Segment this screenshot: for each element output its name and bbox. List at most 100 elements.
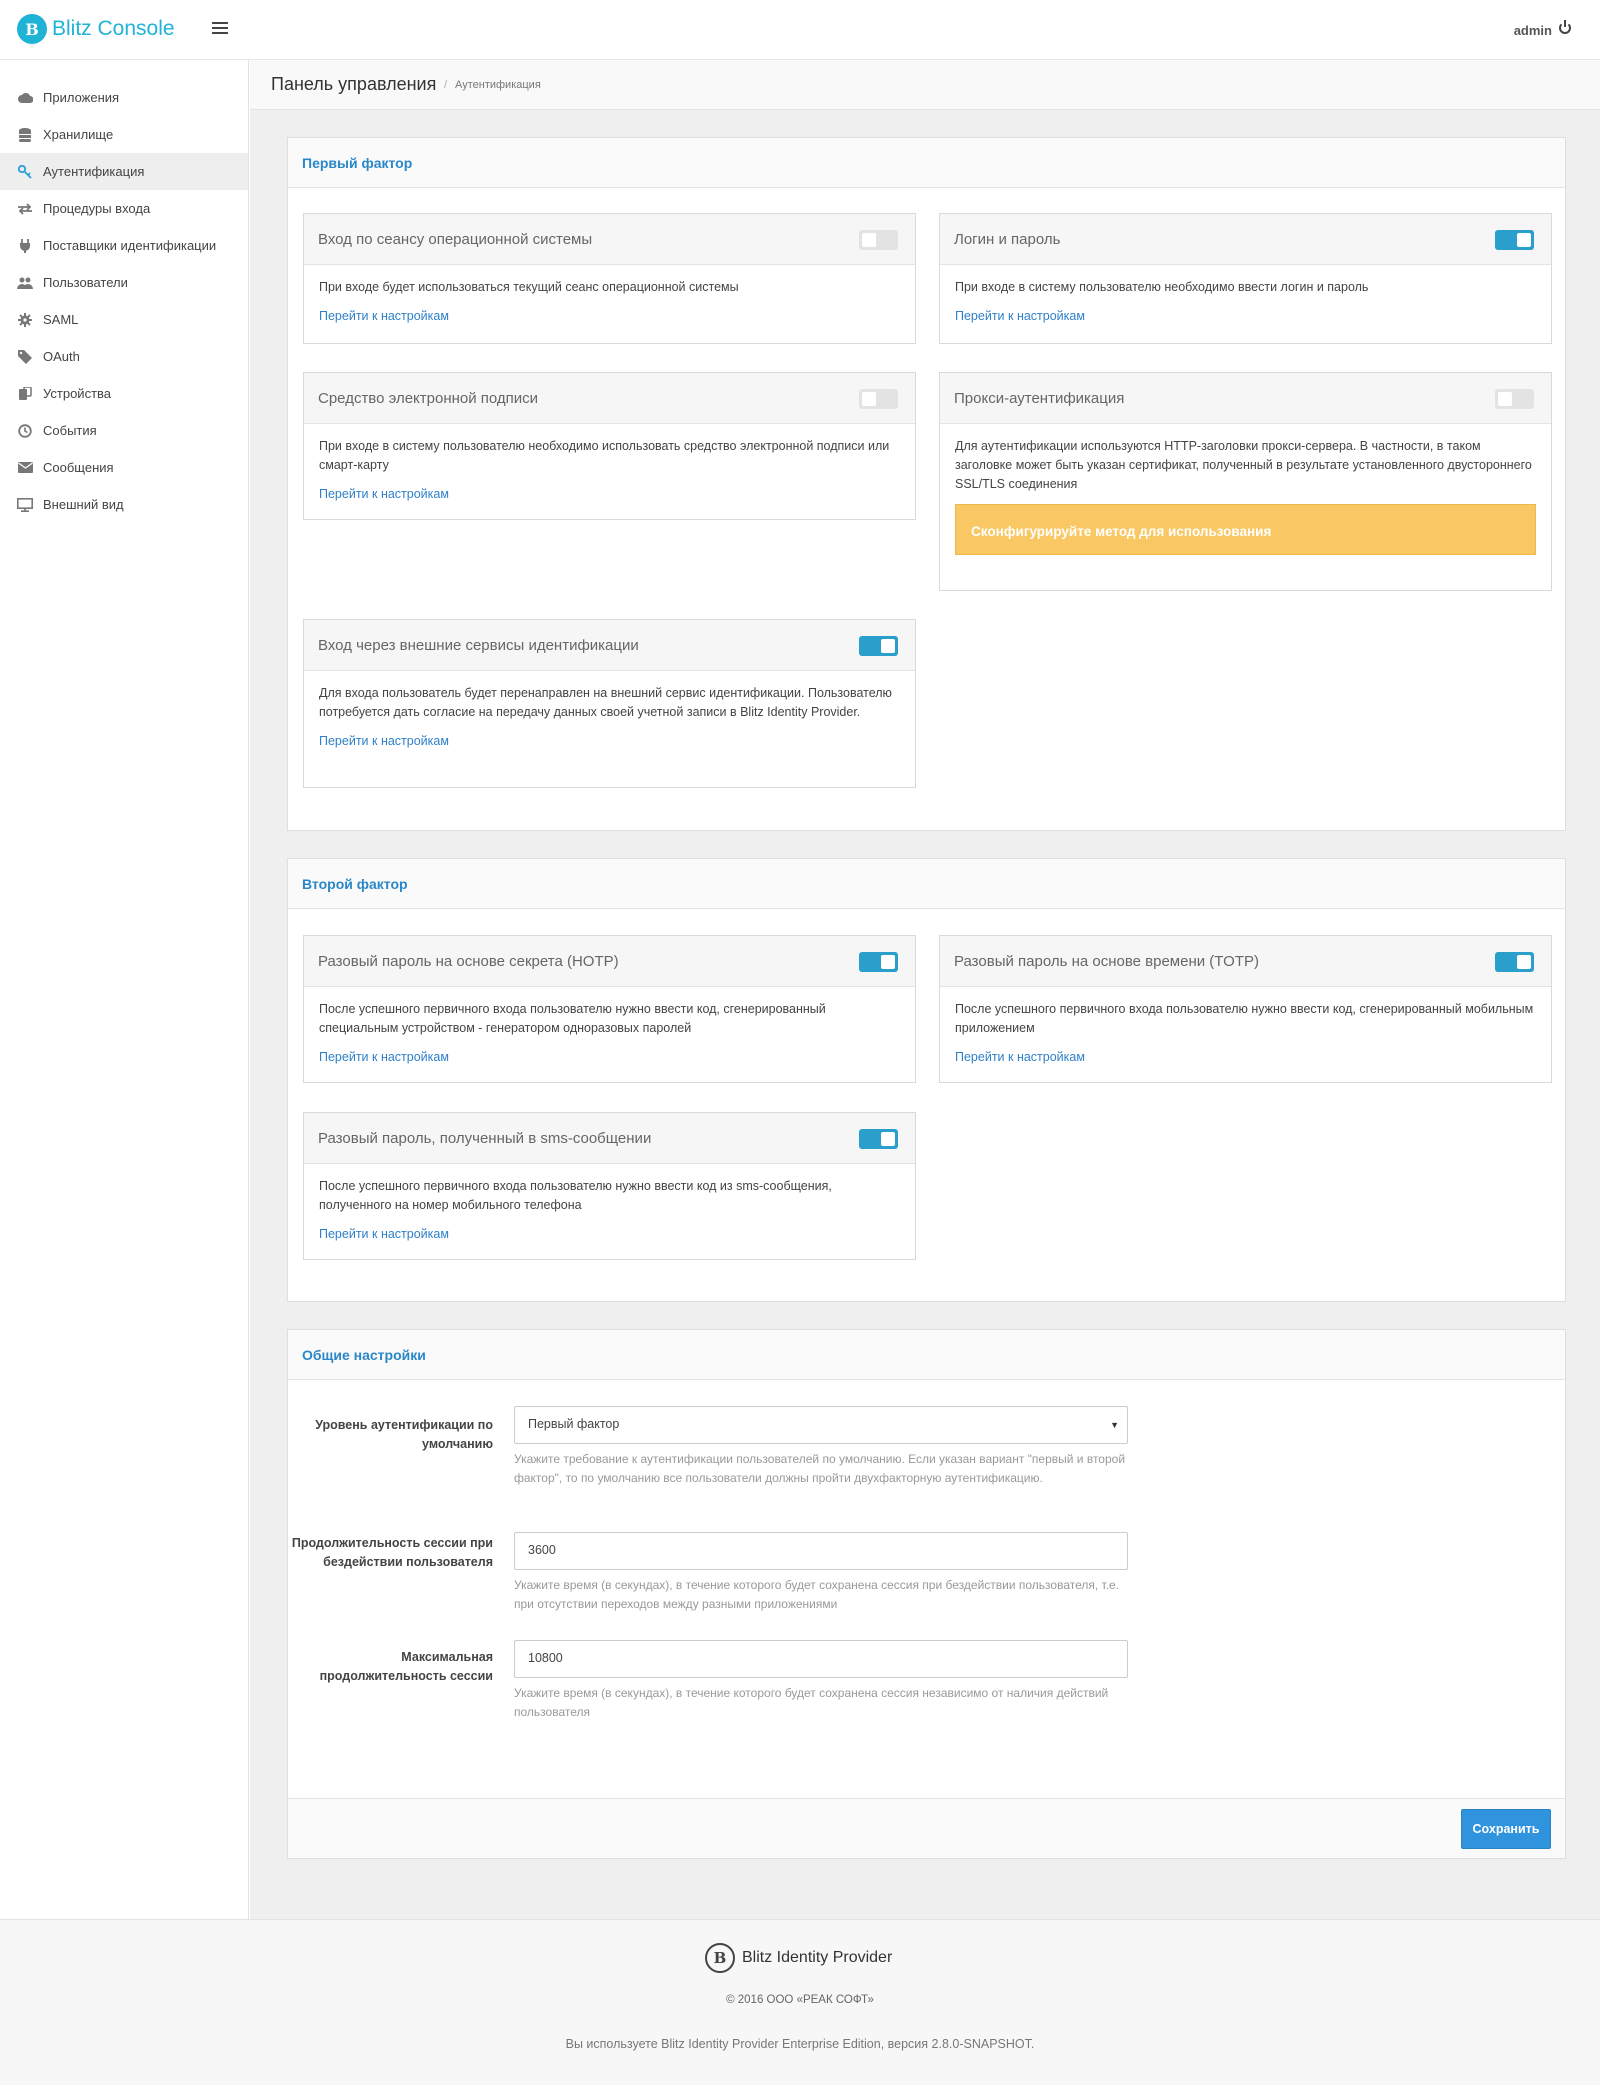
method-toggle[interactable] (859, 1129, 898, 1149)
footer-product-name: Blitz Identity Provider (742, 1949, 893, 1966)
sidebar-item-appearance[interactable]: Внешний вид (0, 486, 248, 523)
sidebar-item-label: Приложения (43, 90, 120, 105)
card-title: Вход через внешние сервисы идентификации (318, 637, 639, 654)
blitz-logo-icon: B (705, 1943, 735, 1973)
general-settings-title: Общие настройки (288, 1330, 1565, 1380)
method-card-external-idp: Вход через внешние сервисы идентификации… (303, 619, 916, 788)
sidebar-item-login-procedures[interactable]: Процедуры входа (0, 190, 248, 227)
card-title: Разовый пароль на основе времени (TOTP) (954, 953, 1260, 970)
settings-link[interactable]: Перейти к настройкам (319, 307, 900, 326)
envelope-icon (17, 461, 33, 475)
max-session-help: Укажите время (в секундах), в течение ко… (514, 1686, 1109, 1719)
sidebar-item-applications[interactable]: Приложения (0, 79, 248, 116)
auth-level-select[interactable]: Первый фактор ▼ (514, 1406, 1128, 1444)
method-card-login-password: Логин и пароль При входе в систему польз… (939, 213, 1552, 344)
settings-link[interactable]: Перейти к настройкам (319, 1048, 900, 1067)
tag-icon (17, 349, 33, 364)
idle-session-help: Укажите время (в секундах), в течение ко… (514, 1578, 1120, 1611)
sidebar-item-oauth[interactable]: OAuth (0, 338, 248, 375)
footer-copyright: © 2016 ООО «РЕАК СОФТ» (726, 1994, 874, 2006)
method-toggle[interactable] (859, 636, 898, 656)
sidebar-item-storage[interactable]: Хранилище (0, 116, 248, 153)
clock-icon (17, 423, 33, 438)
page-footer: B Blitz Identity Provider © 2016 ООО «РЕ… (0, 1919, 1600, 2085)
configure-method-button[interactable]: Сконфигурируйте метод для использования (955, 504, 1536, 555)
card-description: После успешного первичного входа пользов… (319, 1002, 826, 1035)
sidebar-item-label: Внешний вид (43, 497, 124, 512)
sidebar-item-label: Сообщения (43, 460, 114, 475)
sidebar-item-identity-providers[interactable]: Поставщики идентификации (0, 227, 248, 264)
card-description: Для аутентификации используются HTTP-заг… (955, 439, 1532, 491)
page-title[interactable]: Панель управления (271, 74, 436, 95)
footer-version: Вы используете Blitz Identity Provider E… (565, 2037, 1035, 2051)
method-card-digital-signature: Средство электронной подписи При входе в… (303, 372, 916, 520)
brand-link[interactable]: B Blitz Console (17, 14, 175, 44)
card-description: Для входа пользователь будет перенаправл… (319, 686, 892, 719)
sidebar-item-label: Устройства (43, 386, 112, 401)
key-icon (17, 164, 33, 179)
settings-link[interactable]: Перейти к настройкам (955, 1048, 1536, 1067)
method-toggle[interactable] (859, 389, 898, 409)
auth-level-label: Уровень аутентификации по умолчанию (315, 1418, 493, 1451)
idle-session-label: Продолжительность сессии при бездействии… (291, 1536, 493, 1569)
method-toggle[interactable] (1495, 389, 1534, 409)
idle-session-input[interactable]: 3600 (514, 1532, 1128, 1570)
second-factor-title: Второй фактор (288, 859, 1565, 909)
breadcrumb: Панель управления / Аутентификация (250, 60, 1600, 110)
general-settings-panel: Общие настройки Уровень аутентификации п… (287, 1329, 1566, 1859)
card-title: Прокси-аутентификация (954, 390, 1125, 407)
method-card-totp: Разовый пароль на основе времени (TOTP) … (939, 935, 1552, 1083)
sidebar-item-users[interactable]: Пользователи (0, 264, 248, 301)
method-toggle[interactable] (859, 230, 898, 250)
brand-title: Blitz Console (52, 17, 175, 40)
auth-level-help: Укажите требование к аутентификации поль… (514, 1452, 1126, 1485)
sidebar-item-label: Пользователи (43, 275, 128, 290)
settings-link[interactable]: Перейти к настройкам (319, 732, 900, 751)
menu-toggle-icon[interactable] (212, 22, 228, 34)
method-toggle[interactable] (1495, 230, 1534, 250)
settings-link[interactable]: Перейти к настройкам (319, 1225, 900, 1244)
blitz-logo-icon: B (17, 14, 47, 44)
sidebar-item-label: Хранилище (43, 127, 114, 142)
first-factor-title: Первый фактор (288, 138, 1565, 188)
logout-power-icon[interactable] (1559, 20, 1571, 34)
card-description: При входе в систему пользователю необход… (319, 439, 890, 472)
sidebar: Приложения Хранилище Аутентификация Проц… (0, 60, 249, 1919)
main-content: Панель управления / Аутентификация Первы… (250, 60, 1600, 1919)
card-description: После успешного первичного входа пользов… (955, 1002, 1534, 1035)
method-card-sms: Разовый пароль, полученный в sms-сообщен… (303, 1112, 916, 1260)
caret-down-icon: ▼ (1110, 1420, 1119, 1430)
sidebar-item-events[interactable]: События (0, 412, 248, 449)
card-title: Разовый пароль, полученный в sms-сообщен… (318, 1130, 652, 1147)
method-card-os-session: Вход по сеансу операционной системы При … (303, 213, 916, 344)
max-session-input[interactable]: 10800 (514, 1640, 1128, 1678)
sidebar-item-devices[interactable]: Устройства (0, 375, 248, 412)
card-title: Средство электронной подписи (318, 390, 539, 407)
sidebar-item-saml[interactable]: SAML (0, 301, 248, 338)
cloud-icon (17, 91, 33, 105)
monitor-icon (17, 497, 33, 512)
save-button[interactable]: Сохранить (1461, 1809, 1551, 1849)
settings-link[interactable]: Перейти к настройкам (319, 485, 900, 504)
settings-link[interactable]: Перейти к настройкам (955, 307, 1536, 326)
method-card-proxy-auth: Прокси-аутентификация Для аутентификации… (939, 372, 1552, 591)
devices-icon (17, 386, 33, 401)
sidebar-item-label: SAML (43, 312, 79, 327)
database-icon (17, 127, 33, 142)
card-title: Вход по сеансу операционной системы (318, 231, 593, 248)
method-toggle[interactable] (859, 952, 898, 972)
user-name[interactable]: admin (1514, 23, 1552, 38)
top-bar: B Blitz Console admin (0, 0, 1600, 60)
sidebar-item-label: Поставщики идентификации (43, 238, 217, 253)
card-description: При входе в систему пользователю необход… (955, 280, 1369, 294)
method-card-hotp: Разовый пароль на основе секрета (HOTP) … (303, 935, 916, 1083)
sidebar-item-label: Процедуры входа (43, 201, 151, 216)
card-title: Логин и пароль (954, 231, 1061, 248)
method-toggle[interactable] (1495, 952, 1534, 972)
sidebar-item-authentication[interactable]: Аутентификация (0, 153, 248, 190)
plug-icon (17, 238, 33, 253)
gear-icon (17, 312, 33, 327)
breadcrumb-current: Аутентификация (455, 79, 541, 91)
sidebar-item-messages[interactable]: Сообщения (0, 449, 248, 486)
card-description: При входе будет использоваться текущий с… (319, 280, 739, 294)
